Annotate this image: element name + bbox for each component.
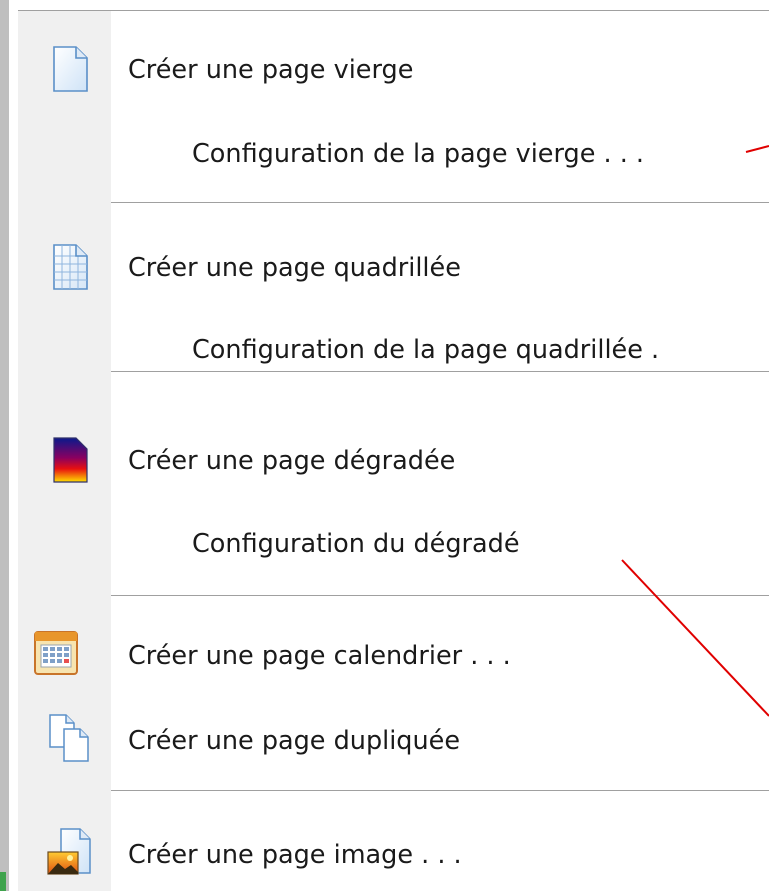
menu-item-label: Créer une page dégradée: [128, 446, 456, 476]
image-page-icon: [47, 828, 91, 875]
menu-item-create-duplicate-page[interactable]: Créer une page dupliquée: [18, 709, 769, 773]
menu-item-create-calendar-page[interactable]: Créer une page calendrier . . .: [18, 624, 769, 688]
gradient-page-icon: [53, 437, 88, 483]
context-menu: Créer une page vierge Configuration de l…: [0, 0, 769, 891]
menu-item-create-gradient-page[interactable]: Créer une page dégradée: [18, 429, 769, 493]
menu-item-label: Créer une page quadrillée: [128, 253, 461, 283]
menu-separator: [111, 371, 769, 372]
menu-item-label: Créer une page vierge: [128, 55, 414, 85]
menu-item-create-image-page[interactable]: Créer une page image . . .: [18, 823, 769, 887]
menu-item-label: Configuration de la page vierge . . .: [192, 139, 645, 169]
menu-top-border: [18, 10, 769, 11]
blank-page-icon: [53, 46, 88, 92]
menu-item-label: Configuration du dégradé: [192, 529, 520, 559]
menu-item-label: Créer une page calendrier . . .: [128, 641, 511, 671]
calendar-icon: [34, 631, 78, 675]
menu-item-label: Configuration de la page quadrillée .: [192, 335, 660, 365]
menu-separator: [111, 202, 769, 203]
duplicate-page-icon: [49, 714, 89, 762]
menu-item-create-blank-page[interactable]: Créer une page vierge: [18, 38, 769, 102]
background-window-edge: [0, 872, 6, 891]
menu-item-label: Créer une page image . . .: [128, 840, 462, 870]
menu-item-configure-gradient[interactable]: Configuration du dégradé: [18, 512, 769, 576]
menu-item-label: Créer une page dupliquée: [128, 726, 461, 756]
grid-page-icon: [53, 244, 88, 290]
menu-item-create-grid-page[interactable]: Créer une page quadrillée: [18, 236, 769, 300]
menu-item-configure-blank-page[interactable]: Configuration de la page vierge . . .: [18, 122, 769, 186]
menu-separator: [111, 790, 769, 791]
menu-item-configure-grid-page[interactable]: Configuration de la page quadrillée .: [18, 318, 769, 382]
menu-separator: [111, 595, 769, 596]
